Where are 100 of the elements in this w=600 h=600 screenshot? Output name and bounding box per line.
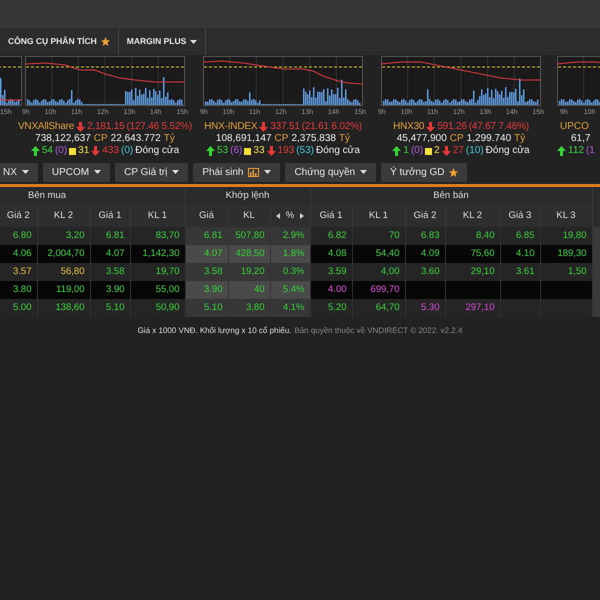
table-cell: 19,20: [240, 266, 264, 277]
advancers-count: 54: [42, 145, 53, 157]
table-cell: 3.90: [204, 284, 222, 295]
star-icon: [449, 168, 458, 176]
table-cell: 1.8%: [282, 248, 304, 259]
column-header: KL 2: [445, 205, 500, 227]
turnover-unit: Tỷ: [514, 133, 526, 145]
down-arrow-icon: [266, 146, 276, 156]
table-cell: 54,40: [376, 248, 400, 259]
table-cell: 55,00: [156, 284, 180, 295]
ceiling-count: (0): [410, 145, 424, 157]
table-cell: 19,70: [156, 266, 180, 277]
caret-icon: [264, 170, 272, 174]
market-tab[interactable]: CP Giá trị: [115, 162, 188, 182]
index-value: 2,181.15: [87, 121, 124, 133]
table-cell: 699,70: [370, 284, 400, 295]
copyright-text: Bản quyền thuộc về VNDIRECT © 2022. v2.2.4: [294, 325, 462, 337]
table-cell: 19,80: [562, 230, 586, 241]
column-header: KL 3: [540, 205, 592, 227]
table-cell: 4.00: [328, 284, 346, 295]
column-group-header: Bên mua: [0, 187, 185, 205]
table-cell: 2,004,70: [48, 248, 84, 259]
table-cell: 297,10: [465, 302, 494, 313]
footer-note: Giá x 1000 VNĐ. Khối lượng x 10 cổ phiếu.: [138, 325, 292, 337]
table-cell: 507,80: [235, 230, 264, 241]
index-name: UPCO: [560, 121, 589, 132]
market-status: Đóng cửa: [135, 145, 180, 157]
ceiling-count: (6): [230, 145, 242, 157]
table-cell: 1,50: [568, 266, 586, 277]
table-cell: 6.81: [204, 230, 222, 241]
market-tab[interactable]: Ý tưởng GD: [381, 162, 468, 182]
index-value: 337.51: [270, 121, 300, 133]
caret-icon: [22, 170, 29, 174]
market-tab[interactable]: NX: [0, 162, 38, 182]
bar-chart-icon: [248, 168, 260, 176]
unchanged-count: 31: [78, 145, 90, 157]
square-icon: [244, 148, 252, 154]
index-volume: 61,7: [571, 133, 590, 144]
up-arrow-icon: [206, 146, 216, 156]
table-cell: 8,40: [476, 230, 494, 241]
market-tab[interactable]: Phái sinh: [193, 162, 280, 182]
decliners-count: 193: [278, 145, 294, 157]
table-cell: 6.82: [328, 230, 346, 241]
turnover-unit: Tỷ: [164, 133, 175, 145]
table-cell: 5.4%: [282, 284, 304, 295]
table-cell: 4.07: [106, 248, 124, 259]
table-cell: 29,10: [470, 266, 494, 277]
market-status: Đóng cửa: [316, 145, 360, 157]
index-name: HNX-INDEX: [204, 121, 258, 133]
floor-count: (53): [296, 145, 314, 157]
down-arrow-icon: [426, 122, 436, 132]
table-cell: 5.20: [328, 302, 346, 313]
column-header: KL 1: [130, 205, 185, 227]
table-cell: 6.85: [516, 230, 534, 241]
volume-unit: CP: [450, 133, 464, 145]
market-tab[interactable]: UPCOM: [42, 162, 110, 182]
column-header: Giá 1: [310, 205, 352, 227]
star-icon: [100, 37, 110, 46]
table-cell: 4.1%: [282, 302, 304, 313]
table-cell: 5.30: [421, 302, 440, 313]
market-tab[interactable]: Chứng quyền: [285, 162, 376, 182]
column-header: Giá 1: [90, 205, 130, 227]
unchanged-count: 2: [434, 145, 440, 157]
table-cell: 56,80: [60, 266, 84, 277]
column-header: Giá 2: [0, 205, 37, 227]
index-volume: 108,691,147: [216, 133, 272, 145]
down-arrow-icon: [442, 146, 451, 156]
column-header: KL 1: [352, 205, 405, 227]
table-cell: 64,70: [376, 302, 400, 313]
up-arrow-icon: [557, 146, 566, 156]
table-cell: 0.3%: [282, 266, 304, 277]
table-cell: 4,00: [381, 266, 400, 277]
right-arrow-icon: [300, 213, 304, 219]
table-cell: 1,142,30: [142, 248, 180, 259]
column-header: Giá 2: [405, 205, 445, 227]
table-cell: 3,20: [66, 230, 84, 241]
table-cell: 3,80: [246, 302, 264, 313]
table-cell: 3.90: [106, 284, 124, 295]
column-header: Giá: [185, 205, 228, 227]
down-arrow-icon: [91, 146, 100, 156]
table-cell: 3.59: [328, 266, 346, 277]
decliners-count: 27: [452, 145, 464, 157]
advancers-count: 1: [403, 145, 409, 157]
table-cell: 4.10: [516, 248, 534, 259]
down-arrow-icon: [259, 122, 268, 132]
table-cell: 75,60: [470, 248, 494, 259]
column-group-header: Bên bán: [310, 187, 592, 205]
table-cell: 4.09: [421, 248, 440, 259]
table-cell: 3.57: [13, 266, 32, 277]
table-cell: 138,60: [55, 302, 84, 313]
advancers-count: 53: [217, 145, 228, 157]
floor-count: (10): [466, 145, 484, 157]
table-cell: 3.58: [204, 266, 222, 277]
unchanged-count: 33: [253, 145, 265, 157]
index-change: (47.67 7.46%): [468, 121, 529, 133]
index-turnover: 22,643.772: [110, 133, 161, 145]
table-cell: 70: [388, 230, 400, 241]
table-cell: 5.00: [13, 302, 32, 313]
index-change: (127.46 5.52%): [126, 121, 192, 133]
table-cell: 4.06: [13, 248, 32, 259]
